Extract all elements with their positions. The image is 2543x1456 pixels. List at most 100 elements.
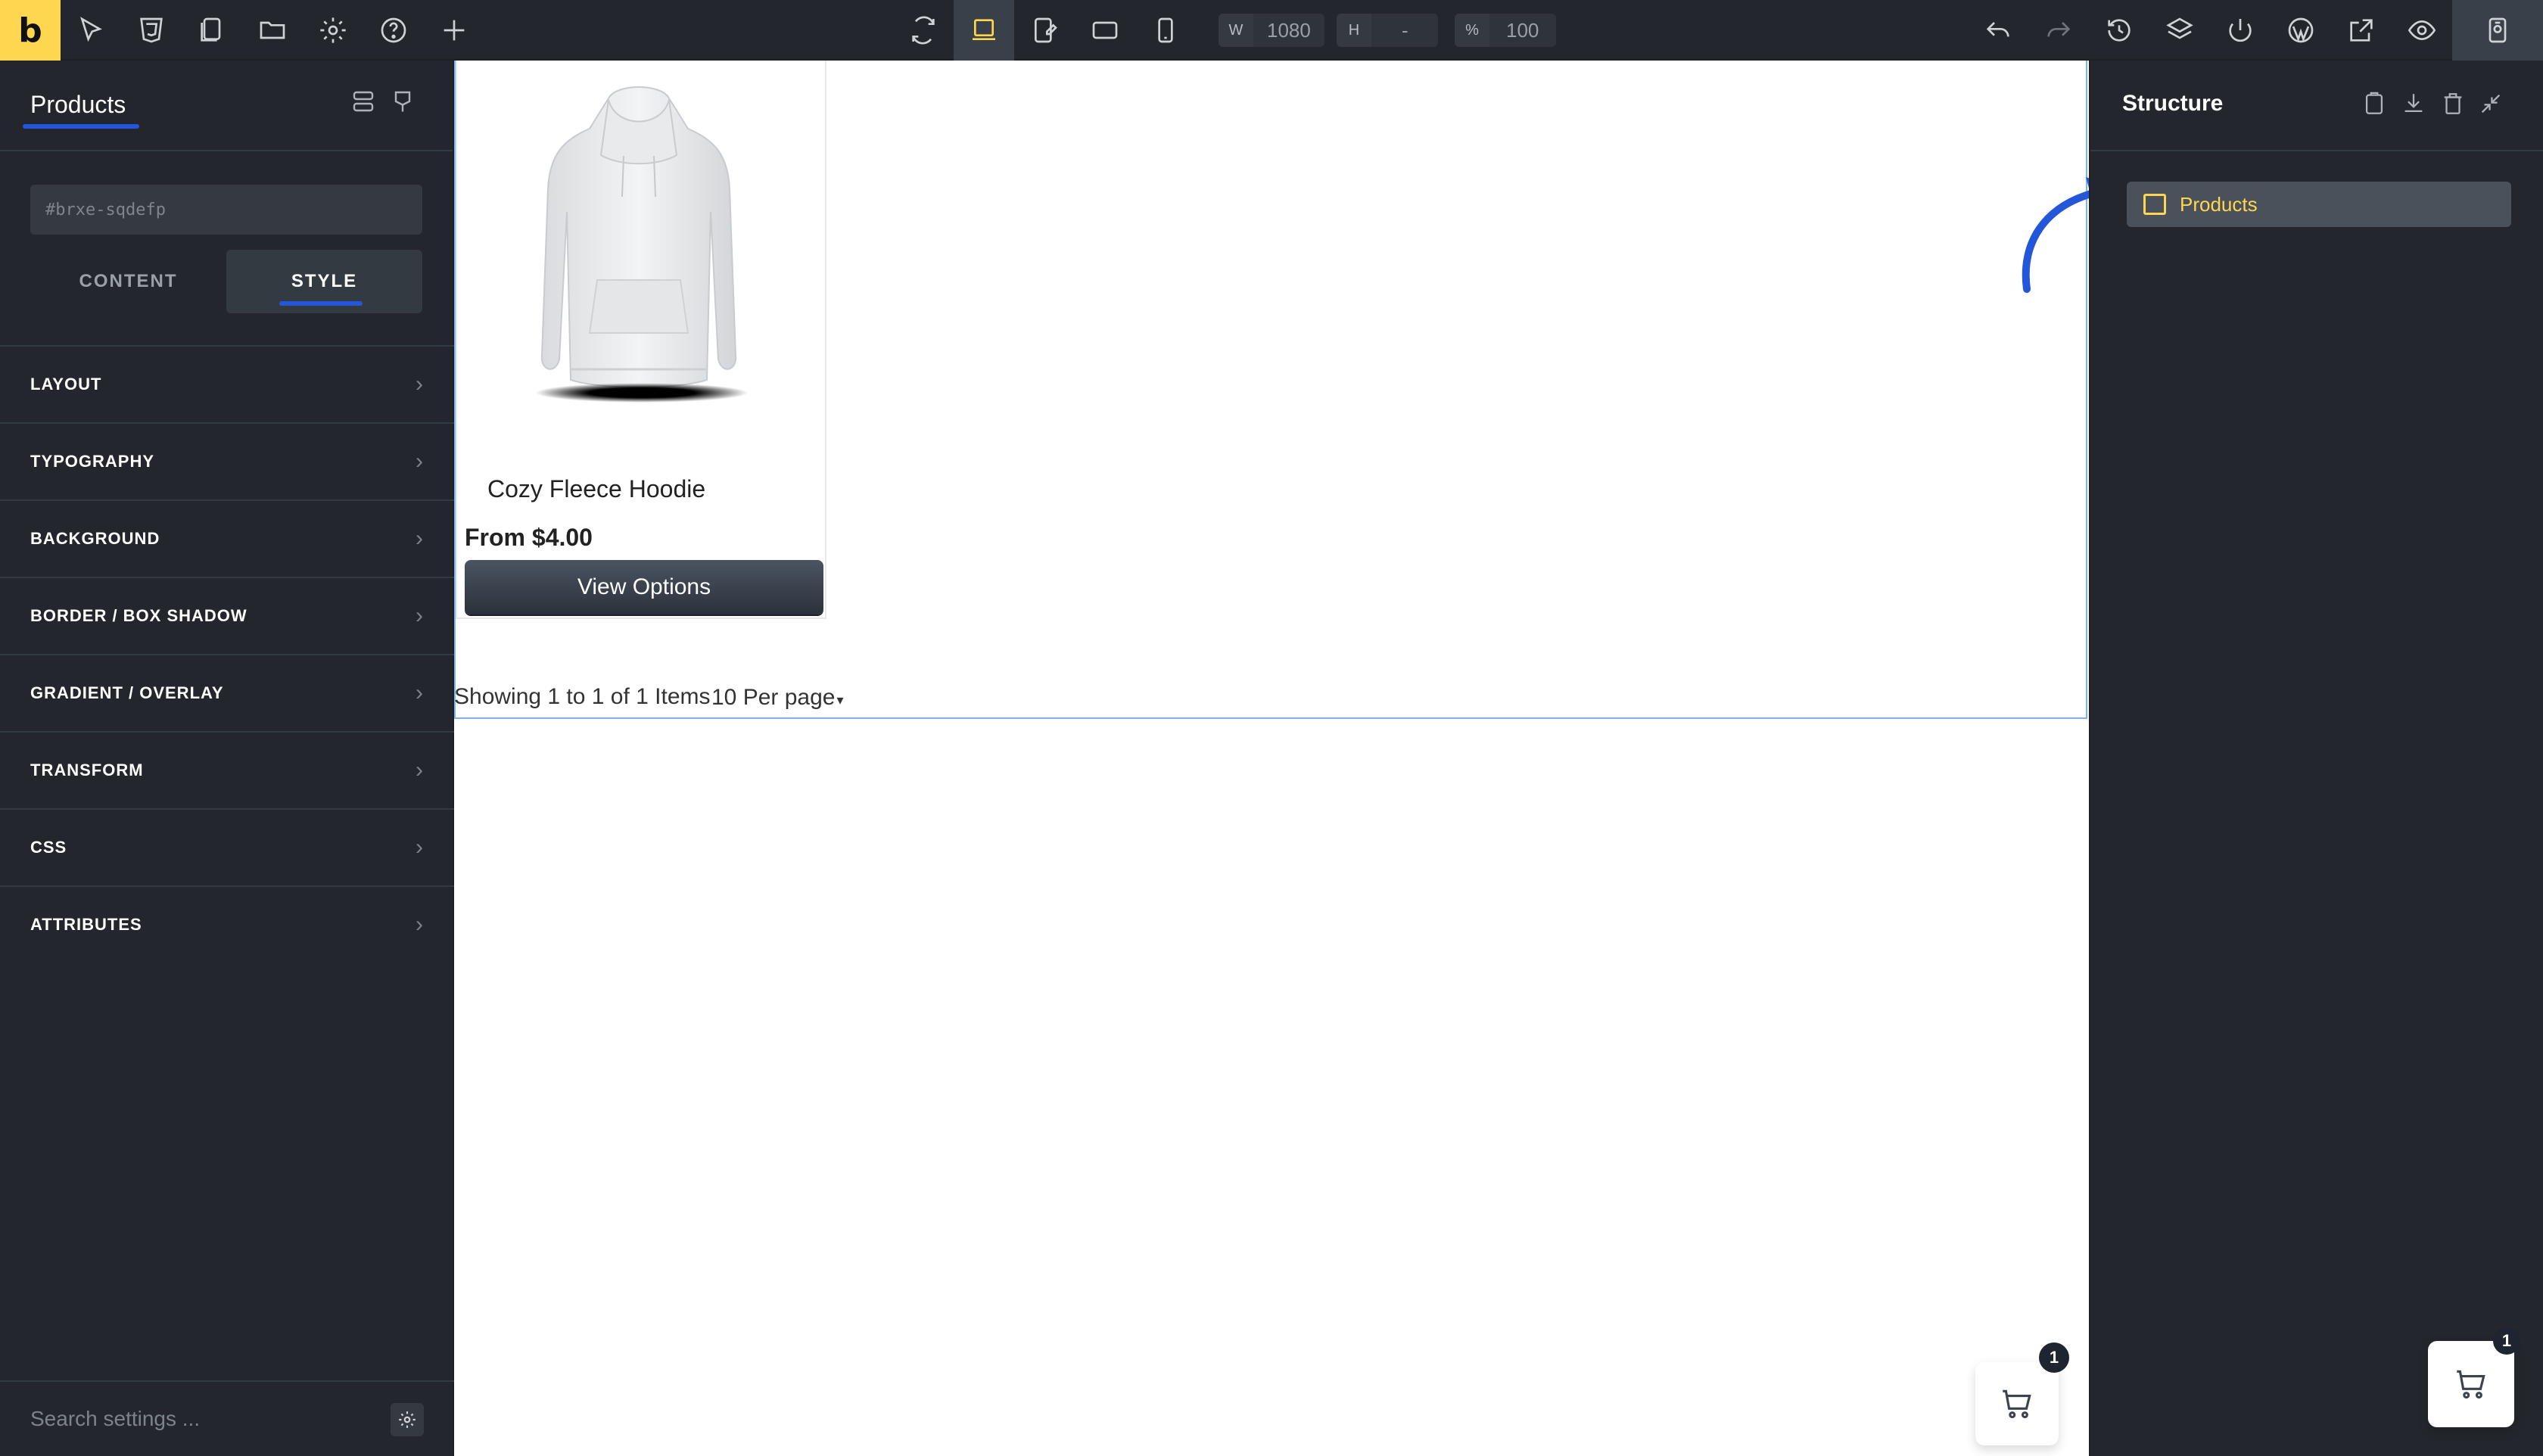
cart-icon [2457,1370,2485,1399]
section-transform[interactable]: TRANSFORM › [0,731,454,808]
chevron-right-icon: › [416,526,424,551]
undo-icon[interactable] [1968,0,2028,61]
element-id-field[interactable]: #brxe-sqdefp [30,185,422,235]
section-label: BORDER / BOX SHADOW [30,606,247,625]
section-label: ATTRIBUTES [30,915,142,934]
tablet-edit-icon[interactable] [1014,0,1075,61]
refresh-icon[interactable] [893,0,954,61]
caret-down-icon: ▾ [836,692,844,708]
cart-count-badge: 1 [2039,1342,2069,1373]
width-value: 1080 [1267,18,1311,42]
tablet-landscape-icon[interactable] [1075,0,1135,61]
height-field[interactable]: H - [1337,14,1438,47]
product-name[interactable]: Cozy Fleece Hoodie [487,475,705,503]
chevron-right-icon: › [416,758,424,782]
section-layout[interactable]: LAYOUT › [0,345,454,422]
panel-cart-button[interactable]: 1 [2428,1327,2520,1427]
structure-header: Structure [2090,61,2543,151]
per-page-label: 10 Per page [711,685,836,710]
preview-eye-icon[interactable] [2392,0,2452,61]
panel-header: Products [0,61,453,151]
products-node-icon [2143,194,2166,215]
product-card[interactable]: Cozy Fleece Hoodie From $4.00 View Optio… [456,61,826,619]
section-label: BACKGROUND [30,529,160,548]
style-sections: LAYOUT › TYPOGRAPHY › BACKGROUND › BORDER /… [0,345,454,963]
collapse-icon[interactable] [2478,91,2508,121]
title-underline [23,124,139,129]
wordpress-icon[interactable] [2271,0,2331,61]
desktop-breakpoint-icon[interactable] [954,0,1014,61]
height-label: H [1337,14,1371,47]
folder-icon[interactable] [242,0,303,61]
view-options-button[interactable]: View Options [465,560,823,614]
section-attributes[interactable]: ATTRIBUTES › [0,885,454,963]
width-label: W [1219,14,1253,47]
tab-content[interactable]: CONTENT [30,250,226,313]
settings-tabs: CONTENT STYLE [30,250,422,313]
structure-title: Structure [2122,91,2224,116]
width-field[interactable]: W 1080 [1219,14,1324,47]
history-icon[interactable] [2089,0,2149,61]
chevron-right-icon: › [416,835,424,860]
builder-app: b W 1080 H - % 100 Products #brxe-sqdefp… [0,0,2543,1456]
structure-node-products[interactable]: Products [2127,182,2511,227]
save-icon[interactable] [2452,0,2543,61]
hoodie-image[interactable] [525,83,752,424]
mobile-icon[interactable] [1135,0,1196,61]
height-value: - [1402,18,1408,42]
brand-logo[interactable]: b [0,0,61,61]
result-count: Showing 1 to 1 of 1 Items [454,684,711,709]
tab-style[interactable]: STYLE [226,250,422,313]
chevron-right-icon: › [416,372,424,397]
section-label: TRANSFORM [30,761,144,779]
query-loop-icon[interactable] [350,88,383,121]
section-background[interactable]: BACKGROUND › [0,499,454,577]
section-css[interactable]: CSS › [0,808,454,885]
download-icon[interactable] [2401,91,2431,121]
element-title: Products [30,91,126,118]
chevron-right-icon: › [416,603,424,628]
section-typography[interactable]: TYPOGRAPHY › [0,422,454,499]
active-tab-indicator [279,301,363,306]
section-gradient-overlay[interactable]: GRADIENT / OVERLAY › [0,654,454,731]
section-label: TYPOGRAPHY [30,452,155,471]
cart-icon [2003,1389,2031,1419]
structure-panel: Structure Products 1 [2089,61,2543,1456]
add-element-icon[interactable] [424,0,484,61]
zoom-value: 100 [1506,18,1539,42]
product-price: From $4.00 [465,524,593,551]
settings-search[interactable]: Search settings ... [0,1380,454,1456]
redo-icon[interactable] [2028,0,2089,61]
section-label: LAYOUT [30,375,102,394]
image-shadow [534,383,749,403]
trash-icon[interactable] [2440,91,2470,121]
chevron-right-icon: › [416,680,424,705]
power-icon[interactable] [2210,0,2271,61]
tab-content-label: CONTENT [79,271,178,291]
settings-gear-icon[interactable] [391,1403,424,1436]
style-brush-icon[interactable] [389,88,422,121]
search-settings-input[interactable]: Search settings ... [30,1407,200,1431]
section-label: GRADIENT / OVERLAY [30,683,224,702]
pages-icon[interactable] [182,0,242,61]
per-page-select[interactable]: 10 Per page ▾ [711,685,844,711]
tab-style-label: STYLE [291,271,358,291]
element-settings-panel: Products #brxe-sqdefp CONTENT STYLE LAYO… [0,61,454,1456]
section-border-box-shadow[interactable]: BORDER / BOX SHADOW › [0,577,454,654]
layers-icon[interactable] [2149,0,2210,61]
top-toolbar: b W 1080 H - % 100 [0,0,2543,61]
zoom-field[interactable]: % 100 [1455,14,1556,47]
chevron-right-icon: › [416,449,424,474]
cursor-icon[interactable] [61,0,121,61]
clipboard-icon[interactable] [2361,91,2392,121]
section-label: CSS [30,838,67,857]
external-link-icon[interactable] [2331,0,2392,61]
zoom-label: % [1455,14,1489,47]
help-icon[interactable] [363,0,424,61]
builder-canvas[interactable]: Cozy Fleece Hoodie From $4.00 View Optio… [454,61,2089,1456]
canvas-cart-button[interactable]: 1 [1975,1342,2069,1445]
settings-gear-icon[interactable] [303,0,363,61]
cart-count-badge: 1 [2493,1327,2520,1355]
css-icon[interactable] [121,0,182,61]
chevron-right-icon: › [416,912,424,937]
